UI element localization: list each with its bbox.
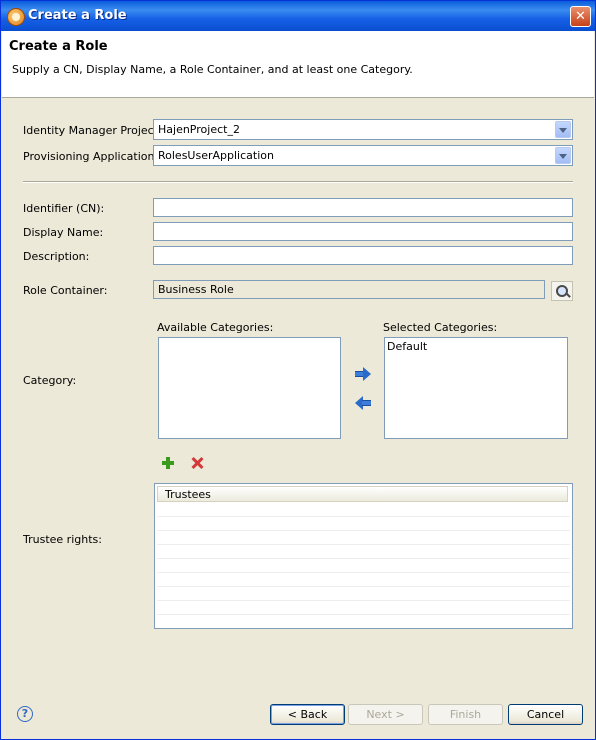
- table-row[interactable]: [157, 503, 570, 517]
- wizard-header: Create a Role Supply a CN, Display Name,…: [2, 31, 594, 98]
- finish-button[interactable]: Finish: [428, 704, 503, 725]
- identifier-field[interactable]: [153, 198, 573, 217]
- table-row[interactable]: [157, 531, 570, 545]
- trustees-table[interactable]: Trustees: [154, 483, 573, 629]
- selected-categories-list[interactable]: Default: [384, 337, 568, 439]
- description-label: Description:: [23, 250, 90, 263]
- table-row[interactable]: [157, 573, 570, 587]
- trustees-column-header[interactable]: Trustees: [157, 486, 568, 502]
- separator: [23, 181, 573, 183]
- application-combo[interactable]: RolesUserApplication: [153, 145, 573, 166]
- page-description: Supply a CN, Display Name, a Role Contai…: [12, 63, 413, 76]
- create-role-dialog: Create a Role ✕ Create a Role Supply a C…: [0, 0, 596, 740]
- list-item[interactable]: Default: [387, 340, 427, 353]
- display-name-field[interactable]: [153, 222, 573, 241]
- table-row[interactable]: [157, 517, 570, 531]
- arrow-right-icon[interactable]: [355, 367, 371, 381]
- chevron-down-icon[interactable]: [555, 147, 571, 164]
- table-row[interactable]: [157, 587, 570, 601]
- cancel-button[interactable]: Cancel: [508, 704, 583, 725]
- project-value: HajenProject_2: [158, 123, 240, 136]
- category-label: Category:: [23, 374, 77, 387]
- arrow-left-icon[interactable]: [355, 396, 371, 410]
- application-label: Provisioning Application:: [23, 150, 159, 163]
- project-combo[interactable]: HajenProject_2: [153, 119, 573, 140]
- plus-icon[interactable]: [161, 456, 175, 470]
- chevron-down-icon[interactable]: [555, 121, 571, 138]
- window-title: Create a Role: [28, 8, 127, 23]
- trustee-label: Trustee rights:: [23, 533, 102, 546]
- description-field[interactable]: [153, 246, 573, 265]
- table-row[interactable]: [157, 559, 570, 573]
- selected-categories-label: Selected Categories:: [383, 321, 498, 334]
- page-title: Create a Role: [9, 39, 108, 54]
- available-categories-list[interactable]: [158, 337, 341, 439]
- table-row[interactable]: [157, 601, 570, 615]
- application-value: RolesUserApplication: [158, 149, 274, 162]
- next-button[interactable]: Next >: [348, 704, 423, 725]
- display-name-label: Display Name:: [23, 226, 104, 239]
- browse-container-button[interactable]: [551, 281, 573, 301]
- project-label: Identity Manager Project:: [23, 124, 162, 137]
- help-icon[interactable]: ?: [17, 706, 33, 722]
- identifier-label: Identifier (CN):: [23, 202, 105, 215]
- available-categories-label: Available Categories:: [157, 321, 274, 334]
- container-label: Role Container:: [23, 284, 108, 297]
- close-button[interactable]: ✕: [570, 6, 591, 27]
- container-field: Business Role: [153, 280, 545, 299]
- title-bar[interactable]: Create a Role ✕: [1, 1, 595, 31]
- table-row[interactable]: [157, 545, 570, 559]
- back-button[interactable]: < Back: [270, 704, 345, 725]
- app-icon: [7, 8, 25, 26]
- delete-x-icon[interactable]: [190, 456, 204, 470]
